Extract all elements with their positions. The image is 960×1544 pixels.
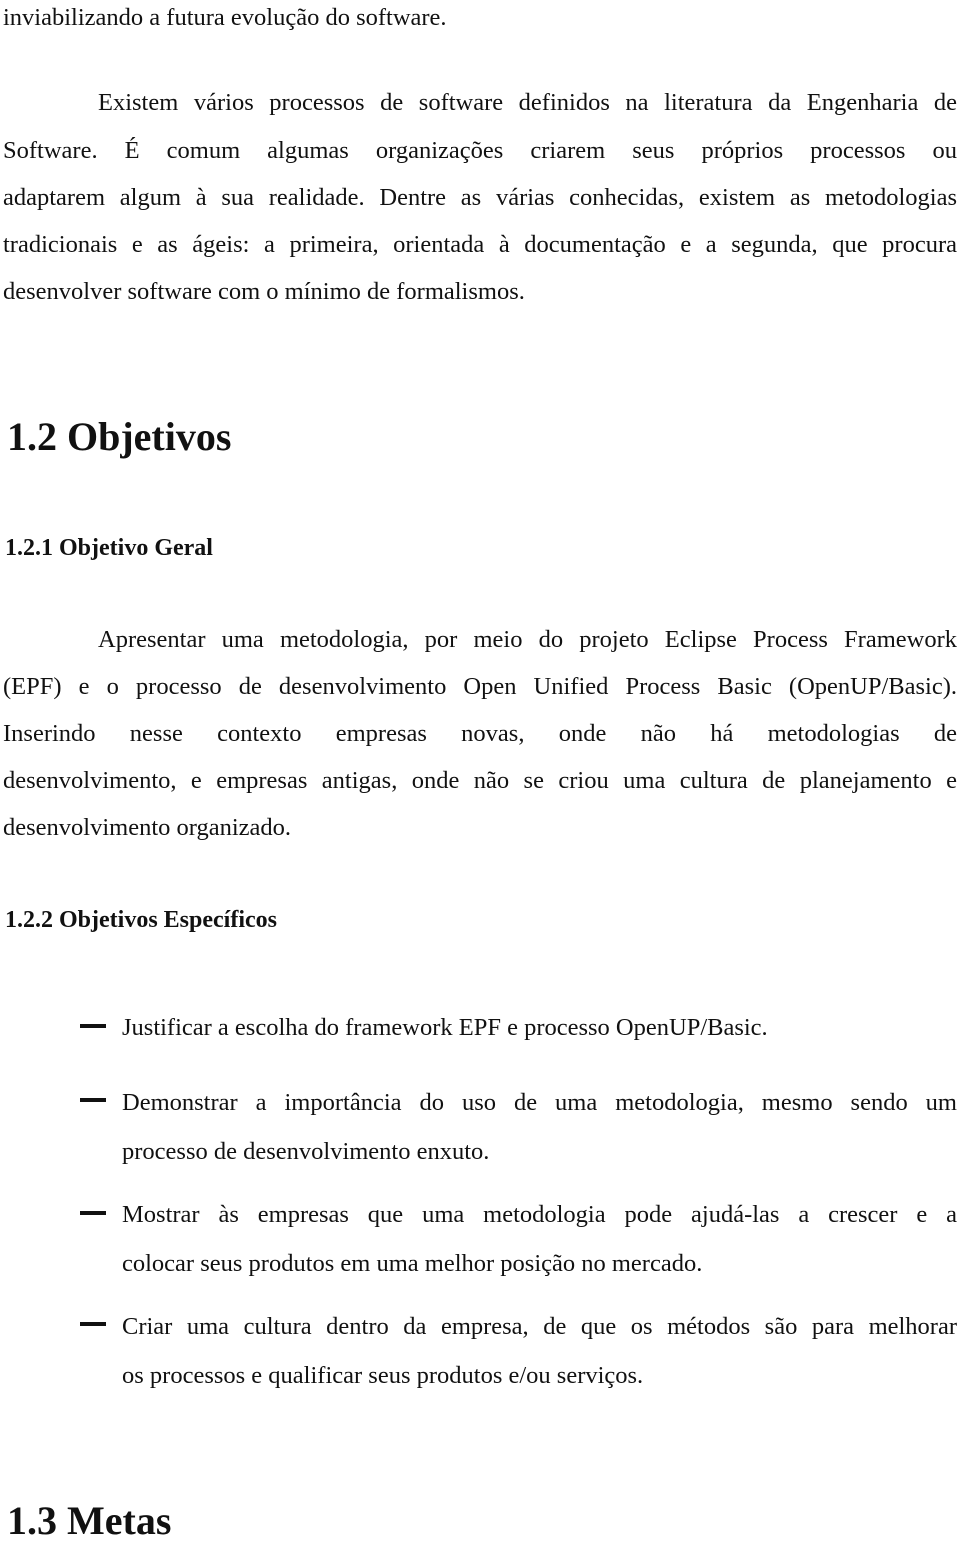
list-item-line: os processos e qualificar seus produtos … <box>122 1362 644 1389</box>
paragraph-line: Software. É comum algumas organizações c… <box>3 137 957 164</box>
paragraph-line: (EPF) e o processo de desenvolvimento Op… <box>3 673 957 700</box>
paragraph-line: desenvolver software com o mínimo de for… <box>3 278 525 305</box>
list-item-line: colocar seus produtos em uma melhor posi… <box>122 1250 703 1277</box>
dash-bullet-icon <box>80 1211 106 1215</box>
list-item-line: Criar uma cultura dentro da empresa, de … <box>122 1313 957 1340</box>
paragraph-line: Inserindo nesse contexto empresas novas,… <box>3 720 957 747</box>
dash-bullet-icon <box>80 1024 106 1028</box>
dash-bullet-icon <box>80 1322 106 1326</box>
paragraph-line: Apresentar uma metodologia, por meio do … <box>98 626 957 653</box>
heading-1-3: 1.3 Metas <box>7 1498 172 1543</box>
heading-1-2: 1.2 Objetivos <box>7 414 232 459</box>
paragraph-line: Existem vários processos de software def… <box>98 89 957 116</box>
list-item-line: processo de desenvolvimento enxuto. <box>122 1138 490 1165</box>
heading-1-2-1: 1.2.1 Objetivo Geral <box>5 535 213 561</box>
list-item-line: Justificar a escolha do framework EPF e … <box>122 1014 768 1041</box>
paragraph-line: adaptarem algum à sua realidade. Dentre … <box>3 184 957 211</box>
paragraph-line: tradicionais e as ágeis: a primeira, ori… <box>3 231 957 258</box>
list-item-line: Demonstrar a importância do uso de uma m… <box>122 1089 957 1116</box>
paragraph-line: desenvolvimento, e empresas antigas, ond… <box>3 767 957 794</box>
dash-bullet-icon <box>80 1098 106 1102</box>
paragraph-line: desenvolvimento organizado. <box>3 814 292 841</box>
list-item-line: Mostrar às empresas que uma metodologia … <box>122 1201 957 1228</box>
heading-1-2-2: 1.2.2 Objetivos Específicos <box>5 907 277 933</box>
intro-tail-text: inviabilizando a futura evolução do soft… <box>3 4 447 31</box>
